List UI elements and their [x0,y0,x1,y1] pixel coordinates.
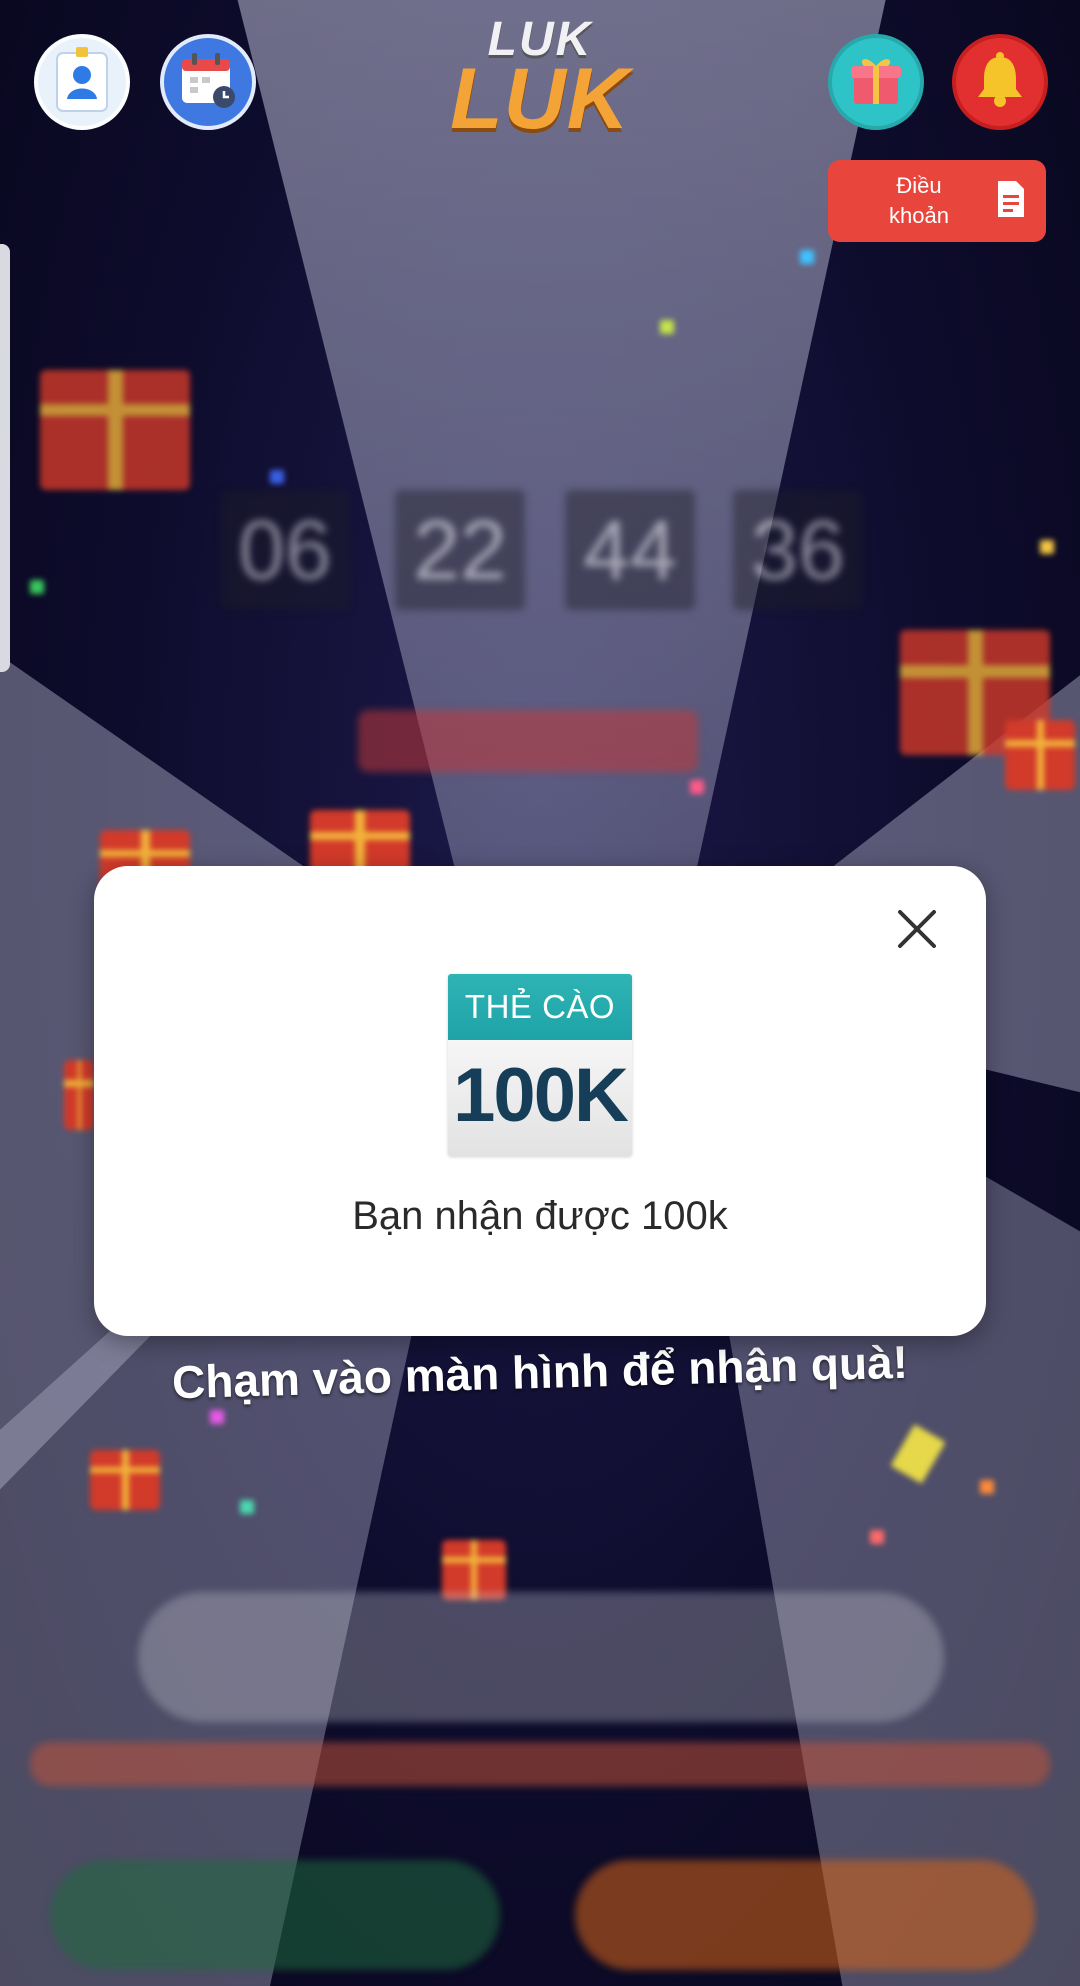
close-icon [894,910,940,956]
notification-button[interactable] [952,34,1048,130]
gift-icon [848,52,904,113]
side-drawer-handle[interactable] [0,244,10,672]
document-icon [996,179,1026,224]
reward-dialog: THẺ CÀO 100K Bạn nhận được 100k [94,866,986,1336]
scratch-card-image: THẺ CÀO 100K [448,974,632,1156]
terms-button[interactable]: Điều khoản [828,160,1046,242]
card-title: THẺ CÀO [448,974,632,1040]
profile-button[interactable] [34,34,130,130]
terms-label: Điều khoản [889,173,949,228]
profile-icon [53,46,111,118]
calendar-icon [178,51,238,114]
close-button[interactable] [894,906,940,952]
calendar-button[interactable] [160,34,256,130]
gift-button[interactable] [828,34,924,130]
reward-message: Bạn nhận được 100k [352,1194,728,1238]
card-value: 100K [448,1040,632,1156]
app-logo: LUK LUK [450,13,630,148]
bell-icon [972,51,1028,114]
